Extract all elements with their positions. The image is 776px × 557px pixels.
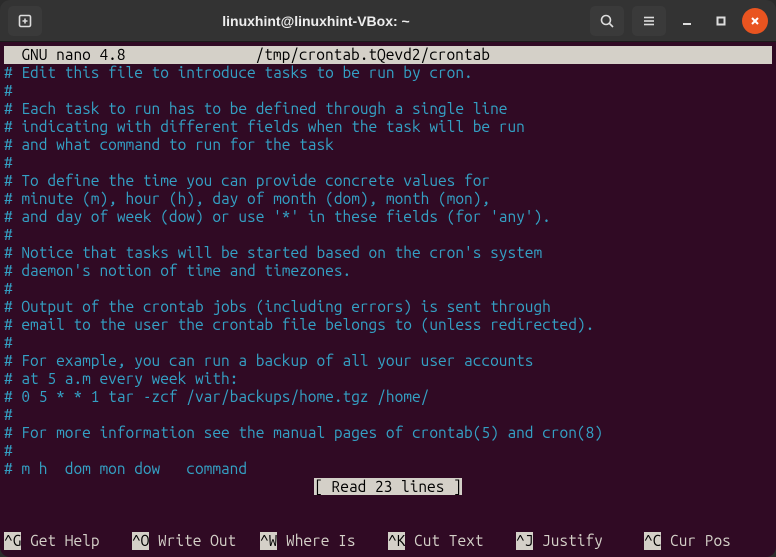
editor-line: #: [4, 334, 772, 352]
maximize-button[interactable]: [708, 8, 734, 34]
editor-line: # at 5 a.m every week with:: [4, 370, 772, 388]
shortcut-key: ^J: [516, 532, 533, 550]
shortcut-label: Cur Pos: [661, 532, 730, 550]
nano-app-label: GNU nano 4.8: [4, 46, 126, 64]
editor-line: # indicating with different fields when …: [4, 118, 772, 136]
editor-line: # Edit this file to introduce tasks to b…: [4, 64, 772, 82]
editor-line: #: [4, 154, 772, 172]
editor-line: # m h dom mon dow command: [4, 460, 772, 478]
editor-line: # email to the user the crontab file bel…: [4, 316, 772, 334]
terminal-area[interactable]: GNU nano 4.8 /tmp/crontab.tQevd2/crontab…: [0, 42, 776, 557]
editor-content[interactable]: # Edit this file to introduce tasks to b…: [4, 64, 772, 478]
minimize-button[interactable]: [674, 8, 700, 34]
editor-line: # and what command to run for the task: [4, 136, 772, 154]
shortcut-key: ^O: [132, 532, 149, 550]
window-title: linuxhint@linuxhint-VBox: ~: [50, 13, 582, 29]
editor-line: #: [4, 82, 772, 100]
editor-line: # 0 5 * * 1 tar -zcf /var/backups/home.t…: [4, 388, 772, 406]
shortcut-label: Get Help: [21, 532, 99, 550]
editor-line: # For example, you can run a backup of a…: [4, 352, 772, 370]
menu-button[interactable]: [632, 6, 666, 36]
shortcut-label: Justify: [533, 532, 602, 550]
shortcut-key: ^G: [4, 532, 21, 550]
nano-status: [ Read 23 lines ]: [4, 478, 772, 496]
nano-header: GNU nano 4.8 /tmp/crontab.tQevd2/crontab: [4, 46, 772, 64]
editor-line: # Notice that tasks will be started base…: [4, 244, 772, 262]
editor-line: # minute (m), hour (h), day of month (do…: [4, 190, 772, 208]
editor-line: #: [4, 226, 772, 244]
hamburger-icon: [641, 13, 657, 29]
shortcut-label: Write Out: [149, 532, 236, 550]
editor-line: # To define the time you can provide con…: [4, 172, 772, 190]
shortcut-label: Where Is: [277, 532, 355, 550]
maximize-icon: [715, 15, 727, 27]
close-button[interactable]: [742, 8, 768, 34]
shortcut-item: ^G Get Help: [4, 532, 132, 550]
editor-line: # For more information see the manual pa…: [4, 424, 772, 442]
editor-line: # Each task to run has to be defined thr…: [4, 100, 772, 118]
new-tab-button[interactable]: [8, 6, 42, 36]
shortcut-key: ^W: [260, 532, 277, 550]
editor-line: # Output of the crontab jobs (including …: [4, 298, 772, 316]
shortcut-label: Cut Text: [405, 532, 483, 550]
nano-file-path: /tmp/crontab.tQevd2/crontab: [126, 46, 772, 64]
search-icon: [599, 13, 615, 29]
shortcut-item: ^W Where Is: [260, 532, 388, 550]
nano-shortcuts: ^G Get Help^O Write Out^W Where Is^K Cut…: [4, 496, 772, 557]
shortcut-key: ^C: [644, 532, 661, 550]
titlebar: linuxhint@linuxhint-VBox: ~: [0, 0, 776, 42]
editor-line: #: [4, 406, 772, 424]
close-icon: [749, 15, 761, 27]
editor-line: #: [4, 442, 772, 460]
shortcut-item: ^O Write Out: [132, 532, 260, 550]
editor-line: # and day of week (dow) or use '*' in th…: [4, 208, 772, 226]
minimize-icon: [681, 15, 693, 27]
new-tab-icon: [17, 13, 33, 29]
search-button[interactable]: [590, 6, 624, 36]
shortcut-item: ^C Cur Pos: [644, 532, 772, 550]
shortcut-item: ^J Justify: [516, 532, 644, 550]
shortcut-key: ^K: [388, 532, 405, 550]
editor-line: # daemon's notion of time and timezones.: [4, 262, 772, 280]
shortcut-item: ^K Cut Text: [388, 532, 516, 550]
terminal-window: linuxhint@linuxhint-VBox: ~ GNU nano 4.8…: [0, 0, 776, 557]
editor-line: #: [4, 280, 772, 298]
